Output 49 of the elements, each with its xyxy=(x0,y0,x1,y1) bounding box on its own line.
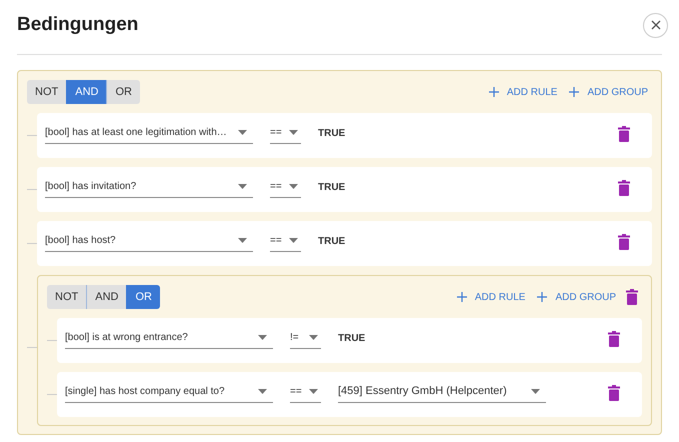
caret-icon xyxy=(289,184,298,189)
add-button[interactable]: ADD GROUP xyxy=(537,290,616,304)
value-text: TRUE xyxy=(318,126,346,140)
add-button[interactable]: ADD RULE xyxy=(456,290,526,304)
close-button[interactable] xyxy=(643,12,668,38)
operator-dropdown[interactable]: == xyxy=(290,381,321,403)
value-text: TRUE xyxy=(338,332,366,346)
caret-icon xyxy=(309,335,318,340)
caret-icon xyxy=(238,184,247,189)
caret-icon xyxy=(309,389,318,394)
plus-icon xyxy=(488,87,499,97)
caret-icon xyxy=(289,130,298,135)
operator-dropdown[interactable]: == xyxy=(270,122,301,144)
plus-icon xyxy=(537,292,548,302)
field-dropdown[interactable]: [bool] has invitation? xyxy=(45,176,253,198)
field-dropdown[interactable]: [bool] has at least one legitimation with… xyxy=(45,122,253,144)
value-text: TRUE xyxy=(318,234,346,248)
trash-icon[interactable] xyxy=(618,234,630,250)
operator-dropdown[interactable]: != xyxy=(290,327,321,349)
caret-icon xyxy=(238,238,247,243)
trash-icon[interactable] xyxy=(618,180,630,196)
trash-icon[interactable] xyxy=(618,126,630,142)
operator-dropdown[interactable]: == xyxy=(270,230,301,252)
plus-icon xyxy=(456,292,467,302)
close-icon xyxy=(650,20,660,30)
trash-icon[interactable] xyxy=(608,331,620,347)
combinator-button[interactable]: AND xyxy=(66,80,106,104)
trash-icon[interactable] xyxy=(626,289,638,305)
caret-icon xyxy=(258,335,267,340)
operator-dropdown[interactable]: == xyxy=(270,176,301,198)
trash-icon[interactable] xyxy=(608,385,620,401)
value-text: TRUE xyxy=(318,180,346,194)
add-button[interactable]: ADD GROUP xyxy=(569,84,648,100)
field-dropdown[interactable]: [bool] has host? xyxy=(45,230,253,252)
field-dropdown[interactable]: [single] has host company equal to? xyxy=(65,381,273,403)
add-button[interactable]: ADD RULE xyxy=(488,84,558,100)
caret-icon xyxy=(238,130,247,135)
caret-icon xyxy=(531,389,540,394)
plus-icon xyxy=(569,87,580,97)
caret-icon xyxy=(258,389,267,394)
combinator-button[interactable]: NOT xyxy=(27,80,66,104)
caret-icon xyxy=(289,238,298,243)
field-dropdown[interactable]: [bool] is at wrong entrance? xyxy=(65,327,273,349)
combinator-button[interactable]: OR xyxy=(126,285,160,309)
combinator-button[interactable]: OR xyxy=(106,80,140,104)
value-dropdown[interactable]: [459] Essentry GmbH (Helpcenter) xyxy=(338,381,546,403)
combinator-button[interactable]: AND xyxy=(86,285,126,309)
dialog-title: Bedingungen xyxy=(17,12,138,37)
combinator-button[interactable]: NOT xyxy=(47,285,86,309)
